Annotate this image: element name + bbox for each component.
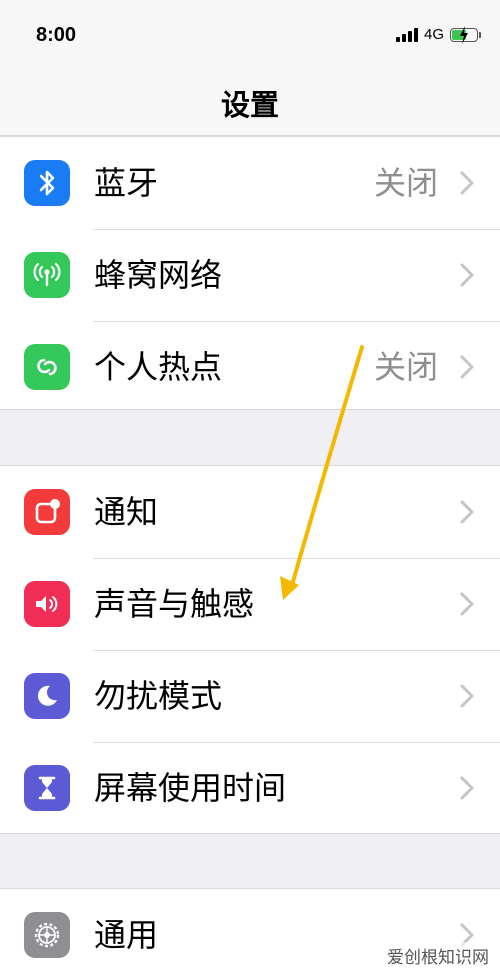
cellular-antenna-icon [24, 252, 70, 298]
settings-row-value: 关闭 [373, 164, 438, 202]
network-type: 4G [423, 26, 444, 43]
navigation-bar: 设置 [0, 70, 500, 136]
settings-row-do-not-disturb[interactable]: 勿扰模式 [0, 650, 500, 742]
speaker-icon [24, 581, 70, 627]
hotspot-link-icon [24, 344, 70, 390]
chevron-right-icon [460, 684, 474, 708]
settings-group-connectivity: 蓝牙 关闭 蜂窝网络 个人热点 关闭 [0, 136, 500, 410]
settings-row-label: 屏幕使用时间 [94, 769, 287, 807]
settings-row-label: 蜂窝网络 [94, 256, 223, 294]
chevron-right-icon [460, 592, 474, 616]
settings-group-notifications: 通知 声音与触感 勿扰模式 屏幕使用时间 [0, 465, 500, 834]
settings-row-value: 关闭 [373, 348, 438, 386]
chevron-right-icon [460, 500, 474, 524]
bluetooth-icon [24, 160, 70, 206]
page-title: 设置 [220, 88, 279, 122]
settings-row-label: 蓝牙 [94, 164, 159, 202]
notification-icon [24, 489, 70, 535]
settings-row-label: 通用 [94, 916, 159, 954]
battery-charging-icon [450, 25, 481, 44]
hourglass-icon [24, 765, 70, 811]
chevron-right-icon [460, 355, 474, 379]
chevron-right-icon [460, 263, 474, 287]
chevron-right-icon [460, 171, 474, 195]
settings-row-label: 勿扰模式 [94, 677, 223, 715]
moon-icon [24, 673, 70, 719]
gear-icon [24, 912, 70, 958]
settings-row-notifications[interactable]: 通知 [0, 466, 500, 558]
settings-row-hotspot[interactable]: 个人热点 关闭 [0, 321, 500, 413]
status-indicators: 4G [395, 25, 481, 44]
settings-row-cellular[interactable]: 蜂窝网络 [0, 229, 500, 321]
settings-row-sounds[interactable]: 声音与触感 [0, 558, 500, 650]
watermark: 爱创根知识网 [384, 942, 492, 969]
settings-row-label: 个人热点 [94, 348, 223, 386]
status-bar: 8:00 4G [0, 0, 500, 70]
status-time: 8:00 [36, 24, 77, 46]
signal-strength-icon [395, 27, 418, 42]
chevron-right-icon [460, 776, 474, 800]
settings-row-screen-time[interactable]: 屏幕使用时间 [0, 742, 500, 834]
settings-row-label: 声音与触感 [94, 585, 255, 623]
settings-row-bluetooth[interactable]: 蓝牙 关闭 [0, 137, 500, 229]
settings-row-label: 通知 [94, 493, 159, 531]
